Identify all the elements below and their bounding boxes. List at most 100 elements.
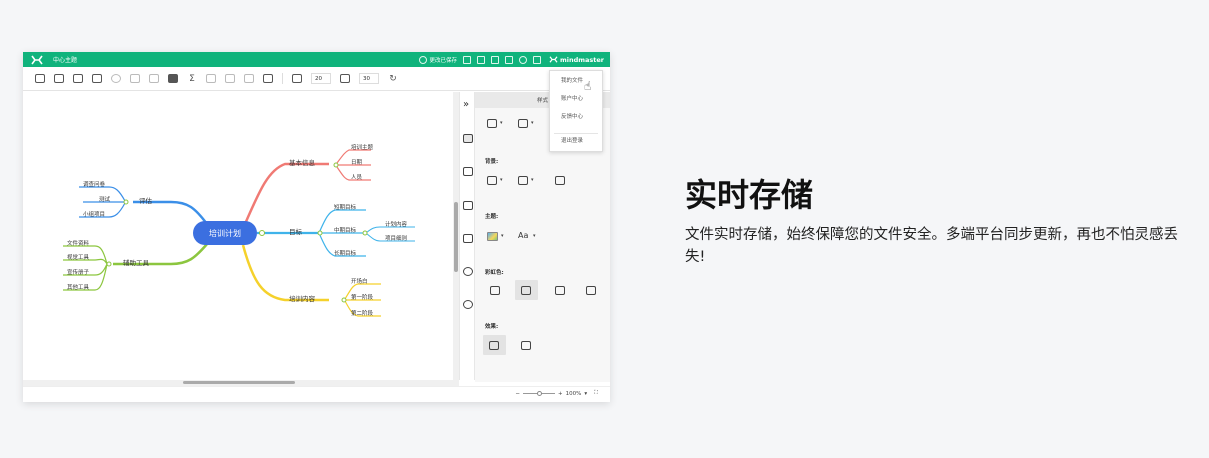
- zoom-out-icon[interactable]: −: [515, 391, 520, 397]
- idea-bulb-icon[interactable]: [463, 300, 473, 309]
- watermark-icon[interactable]: [555, 176, 565, 185]
- menu-divider: [554, 133, 598, 134]
- subtopic[interactable]: 调查问卷: [83, 180, 105, 188]
- add-subtopic-icon[interactable]: [54, 74, 64, 83]
- subtopic[interactable]: 第一阶段: [351, 293, 373, 301]
- subtopic[interactable]: 小组项目: [83, 210, 105, 218]
- scroll-thumb[interactable]: [454, 202, 458, 272]
- subtopic[interactable]: 中期目标: [334, 226, 356, 234]
- chevron-down-icon[interactable]: ▾: [501, 233, 504, 239]
- summary-icon[interactable]: [149, 74, 159, 83]
- style-brush-icon[interactable]: [463, 134, 473, 143]
- subtopic[interactable]: 开场白: [351, 277, 368, 285]
- subtopic[interactable]: 视觉工具: [67, 253, 89, 261]
- rainbow-option-1-icon[interactable]: [490, 286, 500, 295]
- save-status-text: 更改已保存: [429, 57, 457, 64]
- effect-hand-drawn-icon[interactable]: [521, 341, 531, 350]
- refresh-layout-icon[interactable]: ↻: [388, 74, 398, 84]
- toolbar-divider: [282, 73, 283, 84]
- pen-icon[interactable]: [225, 74, 235, 83]
- title-bar: 中心主题 更改已保存 mindmaster: [23, 52, 610, 67]
- structure-icon[interactable]: [518, 119, 528, 128]
- contact-icon[interactable]: [463, 234, 473, 243]
- topic-evaluation[interactable]: 评估: [139, 195, 152, 205]
- add-topic-icon[interactable]: [35, 74, 45, 83]
- image-icon[interactable]: [168, 74, 178, 83]
- subtopic[interactable]: 项目细则: [385, 234, 407, 242]
- subtopic[interactable]: 文件资料: [67, 239, 89, 247]
- save-as-icon[interactable]: [476, 55, 485, 64]
- save-icon[interactable]: [462, 55, 471, 64]
- font-style-button[interactable]: Aa: [518, 231, 528, 240]
- topic-basic-info[interactable]: 基本信息: [289, 157, 315, 167]
- rainbow-option-3-icon[interactable]: [555, 286, 565, 295]
- outline-icon[interactable]: [463, 201, 473, 210]
- table-icon[interactable]: [263, 74, 273, 83]
- export-icon[interactable]: [504, 55, 513, 64]
- mindmaster-brand-icon: [549, 56, 558, 63]
- image-panel-icon[interactable]: [463, 167, 473, 176]
- rainbow-label: 彩虹色:: [485, 270, 504, 276]
- boundary-icon[interactable]: [130, 74, 140, 83]
- theme-swatch-icon[interactable]: [487, 232, 498, 241]
- subtopic[interactable]: 日期: [351, 158, 362, 166]
- chevron-down-icon[interactable]: ▾: [533, 233, 536, 239]
- zoom-slider[interactable]: [523, 391, 556, 396]
- subtopic[interactable]: 测试: [99, 195, 110, 203]
- feature-title: 实时存储: [685, 176, 814, 214]
- document-title[interactable]: 中心主题: [53, 55, 77, 64]
- horizontal-spacing-input[interactable]: 20: [311, 73, 331, 84]
- status-bar: − + 100% ▾ ⛶: [23, 386, 610, 402]
- hyperlink-icon[interactable]: [206, 74, 216, 83]
- subtopic[interactable]: 短期目标: [334, 203, 356, 211]
- subtopic[interactable]: 第二阶段: [351, 309, 373, 317]
- account-brand[interactable]: mindmaster: [549, 56, 604, 64]
- zoom-level[interactable]: 100%: [566, 391, 582, 397]
- subtopic[interactable]: 长期目标: [334, 249, 356, 257]
- subtopic[interactable]: 人员: [351, 173, 362, 181]
- subtopic[interactable]: 计划内容: [385, 220, 407, 228]
- history-icon[interactable]: [463, 267, 473, 276]
- chevron-down-icon[interactable]: ▾: [531, 177, 534, 183]
- topic-aux-tools[interactable]: 辅助工具: [123, 257, 149, 267]
- subtopic[interactable]: 宣传册子: [67, 268, 89, 276]
- fullscreen-icon[interactable]: ⛶: [594, 390, 598, 397]
- menu-item-account[interactable]: 账户中心: [561, 94, 583, 102]
- feature-description: 文件实时存储，始终保障您的文件安全。多端平台同步更新，再也不怕灵感丢失!: [685, 227, 1178, 265]
- effect-flat-icon[interactable]: [489, 341, 499, 350]
- layout-icon[interactable]: [487, 119, 497, 128]
- mindmaster-logo-icon: [31, 55, 43, 64]
- scroll-thumb[interactable]: [183, 381, 295, 384]
- chevron-down-icon[interactable]: ▾: [584, 391, 587, 397]
- zoom-in-icon[interactable]: +: [558, 391, 563, 397]
- floating-topic-icon[interactable]: [73, 74, 83, 83]
- menu-item-my-files[interactable]: 我的文件: [561, 76, 583, 84]
- formula-icon[interactable]: Σ: [187, 74, 197, 84]
- menu-item-feedback[interactable]: 反馈中心: [561, 112, 583, 120]
- title-bar-actions: 更改已保存 mindmaster: [419, 52, 604, 67]
- root-topic[interactable]: 培训计划: [193, 221, 257, 245]
- fill-bucket-icon[interactable]: [487, 176, 497, 185]
- print-icon[interactable]: [532, 55, 541, 64]
- subtopic[interactable]: 其他工具: [67, 283, 89, 291]
- collapse-panel-icon[interactable]: »: [463, 100, 473, 110]
- zoom-slider-knob[interactable]: [537, 391, 543, 396]
- chevron-down-icon[interactable]: ▾: [531, 120, 534, 126]
- rainbow-option-4-icon[interactable]: [586, 286, 596, 295]
- relationship-icon[interactable]: [92, 74, 102, 83]
- theme-label: 主题:: [485, 214, 499, 220]
- rainbow-option-2-icon[interactable]: [521, 286, 531, 295]
- comment-icon[interactable]: [244, 74, 254, 83]
- chevron-down-icon[interactable]: ▾: [500, 177, 503, 183]
- callout-icon[interactable]: [111, 74, 121, 83]
- topic-goals[interactable]: 目标: [289, 226, 302, 236]
- menu-item-logout[interactable]: 退出登录: [561, 136, 583, 144]
- subtopic[interactable]: 培训主题: [351, 143, 373, 151]
- chevron-down-icon[interactable]: ▾: [500, 120, 503, 126]
- vertical-spacing-input[interactable]: 30: [359, 73, 379, 84]
- share-icon[interactable]: [518, 55, 527, 64]
- side-rail: »: [459, 92, 475, 380]
- send-icon[interactable]: [490, 55, 499, 64]
- topic-training-content[interactable]: 培训内容: [289, 293, 315, 303]
- bg-image-icon[interactable]: [518, 176, 528, 185]
